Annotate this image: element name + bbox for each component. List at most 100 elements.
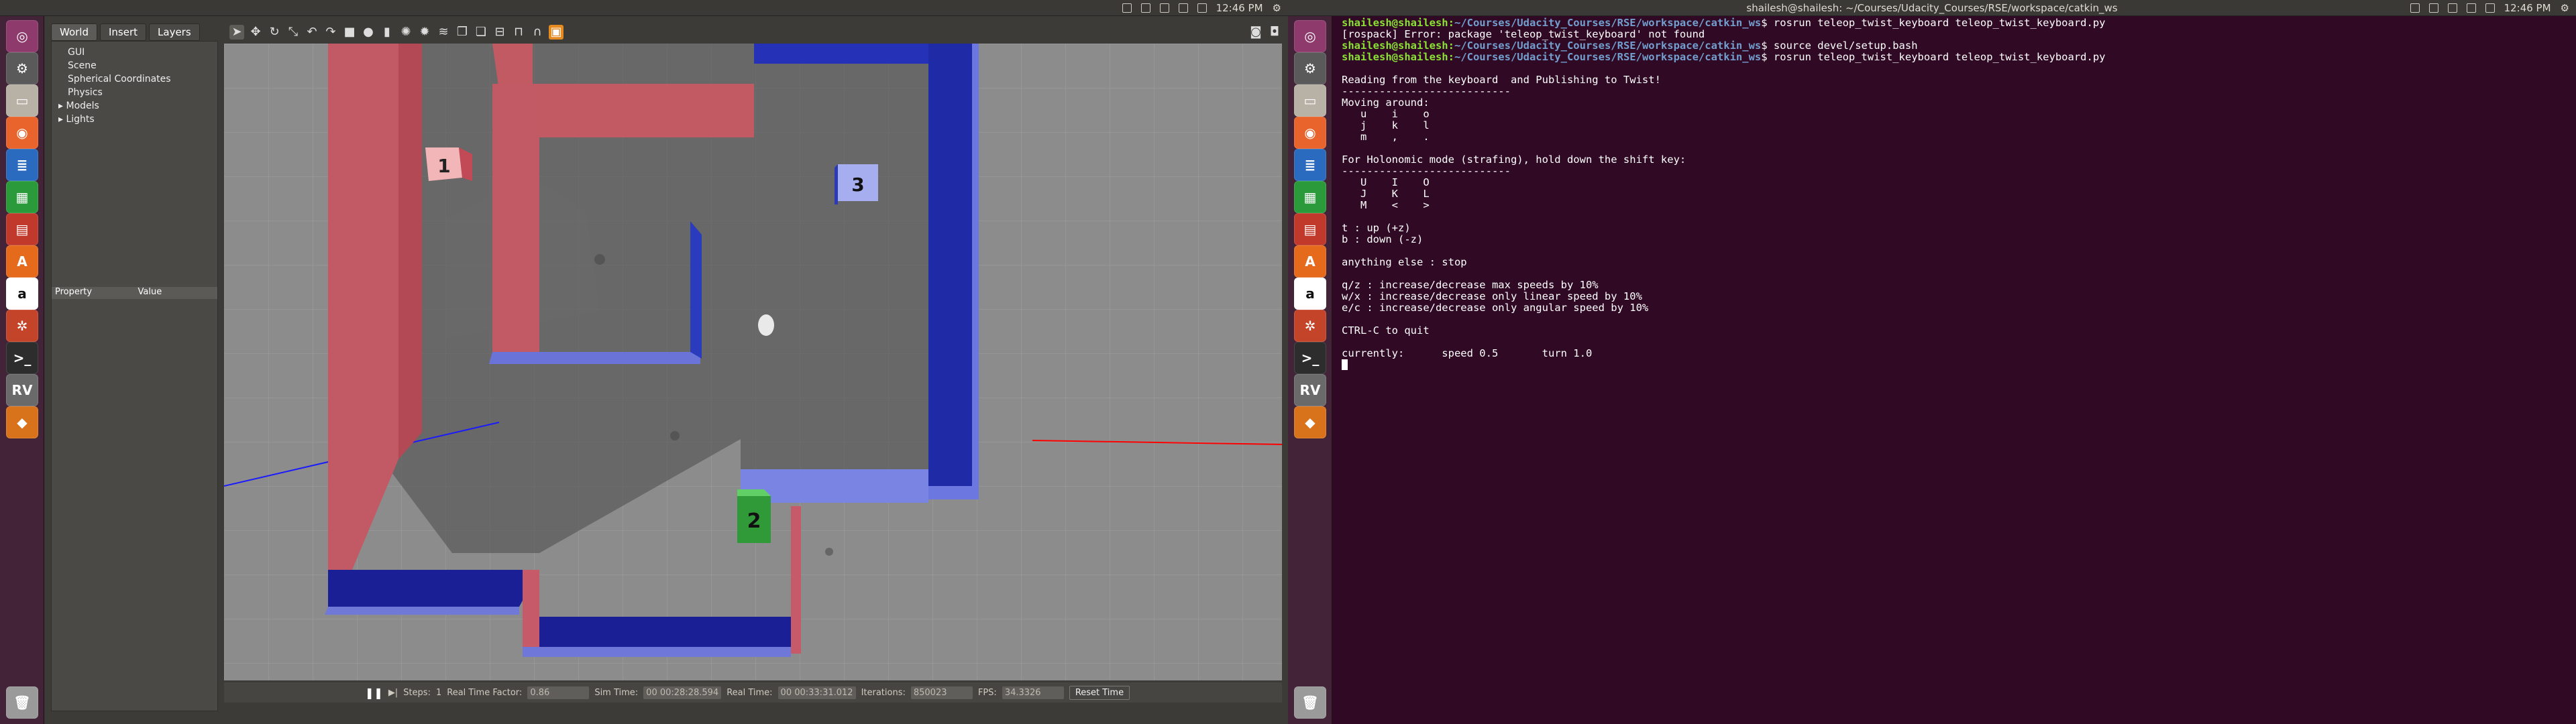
- terminal-line: w/x : increase/decrease only linear spee…: [1342, 290, 1642, 302]
- steps-value[interactable]: 1: [436, 688, 441, 698]
- battery-icon[interactable]: [1178, 3, 1188, 13]
- terminal-icon[interactable]: >_: [1294, 342, 1326, 374]
- sphere-icon[interactable]: ●: [361, 25, 376, 40]
- robot[interactable]: [758, 314, 774, 336]
- files-icon[interactable]: ▭: [6, 84, 38, 117]
- orange-icon[interactable]: ▣: [549, 25, 564, 40]
- calc-icon[interactable]: ▦: [6, 181, 38, 213]
- point-light-icon[interactable]: ✺: [398, 25, 413, 40]
- world-panel: GUI Scene Spherical Coordinates Physics …: [51, 41, 218, 711]
- clock[interactable]: 12:46 PM: [2504, 2, 2551, 14]
- settings-icon[interactable]: ✲: [1294, 310, 1326, 342]
- value-column: Value: [138, 287, 162, 297]
- tree-item-gui[interactable]: GUI: [58, 46, 171, 59]
- spot-light-icon[interactable]: ✹: [417, 25, 432, 40]
- en-input-icon[interactable]: [1140, 3, 1150, 13]
- pause-icon[interactable]: ❚❚: [365, 686, 383, 699]
- sublime-icon[interactable]: ◆: [6, 406, 38, 438]
- terminal-icon[interactable]: >_: [6, 342, 38, 374]
- bluetooth-icon[interactable]: [1159, 3, 1169, 13]
- snap-icon[interactable]: ⊓: [511, 25, 526, 40]
- marker-box-2[interactable]: 2: [737, 489, 771, 543]
- fonts-icon[interactable]: A: [1294, 245, 1326, 278]
- volume-icon[interactable]: [1197, 3, 1207, 13]
- impress-icon[interactable]: ▤: [6, 213, 38, 245]
- side-handle[interactable]: [1282, 44, 1288, 680]
- dash-icon[interactable]: ◎: [6, 20, 38, 52]
- en-input-icon[interactable]: [2428, 3, 2438, 13]
- prompt-path: ~/Courses/Udacity_Courses/RSE/workspace/…: [1454, 51, 1762, 63]
- clock[interactable]: 12:46 PM: [1216, 2, 1263, 14]
- firefox-icon[interactable]: ◉: [1294, 117, 1326, 149]
- trash-icon[interactable]: 🗑: [6, 686, 38, 719]
- tree-item-physics[interactable]: Physics: [58, 86, 171, 99]
- trash-icon[interactable]: 🗑: [1294, 686, 1326, 719]
- battery-icon[interactable]: [2466, 3, 2476, 13]
- top-panel: 12:46 PM ⚙: [0, 0, 1288, 16]
- paste-icon[interactable]: ❏: [474, 25, 488, 40]
- terminal-line: m , .: [1342, 131, 1430, 143]
- tab-layers[interactable]: Layers: [149, 23, 200, 41]
- select-icon[interactable]: ➤: [229, 25, 244, 40]
- terminal-line: ---------------------------: [1342, 165, 1511, 177]
- amazon-icon[interactable]: a: [1294, 278, 1326, 310]
- screenshot-icon[interactable]: ◙: [1248, 25, 1263, 40]
- gazebo-icon[interactable]: ⚙: [1294, 52, 1326, 84]
- tab-world[interactable]: World: [51, 23, 97, 41]
- tree-item-spherical[interactable]: Spherical Coordinates: [58, 72, 171, 86]
- box-icon[interactable]: ■: [342, 25, 357, 40]
- impress-icon[interactable]: ▤: [1294, 213, 1326, 245]
- chrome-icon[interactable]: [2410, 3, 2420, 13]
- redo-icon[interactable]: ↷: [323, 25, 338, 40]
- gear-icon[interactable]: ⚙: [2561, 2, 2569, 14]
- dash-icon[interactable]: ◎: [1294, 20, 1326, 52]
- amazon-icon[interactable]: a: [6, 278, 38, 310]
- terminal[interactable]: shailesh@shailesh:~/Courses/Udacity_Cour…: [1334, 16, 2576, 724]
- rviz-icon[interactable]: RV: [1294, 374, 1326, 406]
- cylinder-icon[interactable]: ▮: [380, 25, 394, 40]
- expand-icon[interactable]: ▸: [58, 114, 66, 125]
- volume-icon[interactable]: [2485, 3, 2495, 13]
- step-icon[interactable]: ▶|: [388, 688, 398, 698]
- firefox-icon[interactable]: ◉: [6, 117, 38, 149]
- tab-insert[interactable]: Insert: [100, 23, 147, 41]
- tree-item-scene[interactable]: Scene: [58, 59, 171, 72]
- writer-icon[interactable]: ≣: [6, 149, 38, 181]
- undo-icon[interactable]: ↶: [305, 25, 319, 40]
- marker-box-1[interactable]: 1: [425, 147, 472, 181]
- sublime-icon[interactable]: ◆: [1294, 406, 1326, 438]
- files-icon[interactable]: ▭: [1294, 84, 1326, 117]
- writer-icon[interactable]: ≣: [1294, 149, 1326, 181]
- align-icon[interactable]: ⊟: [492, 25, 507, 40]
- marker-box-3[interactable]: 3: [835, 164, 878, 204]
- real-time-label: Real Time:: [727, 687, 773, 698]
- terminal-line: e/c : increase/decrease only angular spe…: [1342, 302, 1649, 314]
- copy-icon[interactable]: ❐: [455, 25, 470, 40]
- scale-icon[interactable]: ⤡: [286, 25, 301, 40]
- settings-icon[interactable]: ✲: [6, 310, 38, 342]
- fps-value: 34.3326: [1002, 686, 1064, 699]
- gazebo-icon[interactable]: ⚙: [6, 52, 38, 84]
- fonts-icon[interactable]: A: [6, 245, 38, 278]
- world-tree: GUI Scene Spherical Coordinates Physics …: [58, 46, 171, 126]
- tree-item-lights[interactable]: ▸ Lights: [58, 113, 171, 126]
- translate-icon[interactable]: ✥: [248, 25, 263, 40]
- terminal-line: [rospack] Error: package 'teleop_twist_k…: [1342, 28, 1705, 40]
- record-icon[interactable]: ◘: [1267, 25, 1282, 40]
- tree-item-models[interactable]: ▸ Models: [58, 99, 171, 113]
- directional-light-icon[interactable]: ≋: [436, 25, 451, 40]
- bluetooth-icon[interactable]: [2447, 3, 2457, 13]
- chrome-icon[interactable]: [1122, 3, 1132, 13]
- gear-icon[interactable]: ⚙: [1273, 2, 1281, 14]
- property-header: Property Value: [52, 287, 217, 299]
- expand-icon[interactable]: ▸: [58, 101, 66, 111]
- reset-time-button[interactable]: Reset Time: [1069, 685, 1130, 700]
- calc-icon[interactable]: ▦: [1294, 181, 1326, 213]
- terminal-line: currently: speed 0.5 turn 1.0: [1342, 347, 1593, 359]
- rotate-icon[interactable]: ↻: [267, 25, 282, 40]
- 3d-scene-view[interactable]: 1 2 3: [224, 44, 1282, 680]
- magnet-icon[interactable]: ∩: [530, 25, 545, 40]
- rviz-icon[interactable]: RV: [6, 374, 38, 406]
- scene-render: 1 2 3: [224, 44, 1282, 680]
